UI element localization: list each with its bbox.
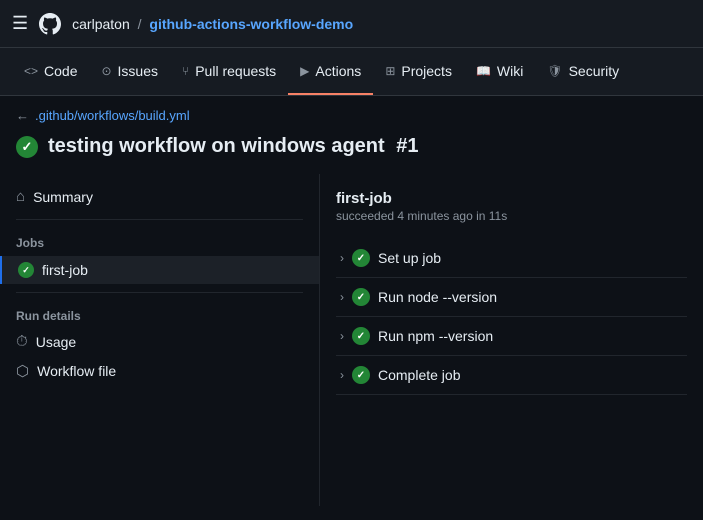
jobs-group-label: Jobs	[0, 228, 319, 254]
step-check-node	[352, 288, 370, 306]
sidebar-item-workflow-file[interactable]: ⬡ Workflow file	[0, 356, 319, 386]
workflow-status-icon	[16, 136, 38, 158]
tab-pull-requests[interactable]: ⑂ Pull requests	[170, 48, 288, 95]
sidebar: ⌂ Summary Jobs first-job Run details ⏱ U…	[0, 174, 320, 506]
job-header: first-job succeeded 4 minutes ago in 11s	[336, 190, 687, 223]
issues-icon: ⊙	[101, 64, 111, 78]
tab-security-label: Security	[569, 63, 620, 79]
workflow-file-icon: ⬡	[16, 362, 29, 380]
tab-code-label: Code	[44, 63, 77, 79]
username[interactable]: carlpaton	[72, 16, 130, 32]
workflow-title-bar: testing workflow on windows agent #1	[0, 131, 703, 174]
code-icon: <>	[24, 64, 38, 78]
step-row-npm[interactable]: › Run npm --version	[336, 317, 687, 356]
reponame[interactable]: github-actions-workflow-demo	[149, 16, 353, 32]
actions-icon: ▶	[300, 64, 309, 78]
chevron-icon-node: ›	[340, 290, 344, 304]
step-row-complete[interactable]: › Complete job	[336, 356, 687, 395]
tab-code[interactable]: <> Code	[12, 48, 89, 95]
projects-icon: ⊞	[385, 64, 395, 78]
tab-actions-label: Actions	[315, 63, 361, 79]
nav-tabs: <> Code ⊙ Issues ⑂ Pull requests ▶ Actio…	[0, 48, 703, 96]
right-panel: first-job succeeded 4 minutes ago in 11s…	[320, 174, 703, 506]
step-check-complete	[352, 366, 370, 384]
step-check-npm	[352, 327, 370, 345]
tab-security[interactable]: 🛡 Security	[535, 48, 631, 95]
breadcrumb: ← .github/workflows/build.yml	[0, 96, 703, 131]
tab-issues-label: Issues	[118, 63, 158, 79]
usage-icon: ⏱	[16, 333, 28, 350]
sidebar-divider-1	[16, 219, 303, 220]
tab-wiki-label: Wiki	[497, 63, 523, 79]
repo-path: carlpaton / github-actions-workflow-demo	[72, 16, 353, 32]
step-label-npm: Run npm --version	[378, 328, 493, 344]
summary-icon: ⌂	[16, 188, 25, 205]
chevron-icon-npm: ›	[340, 329, 344, 343]
tab-projects-label: Projects	[401, 63, 452, 79]
step-label-complete: Complete job	[378, 367, 461, 383]
hamburger-icon[interactable]: ☰	[12, 13, 28, 34]
step-row-setup[interactable]: › Set up job	[336, 239, 687, 278]
sidebar-job-first-job[interactable]: first-job	[0, 256, 319, 284]
step-label-node: Run node --version	[378, 289, 497, 305]
tab-issues[interactable]: ⊙ Issues	[89, 48, 170, 95]
pull-requests-icon: ⑂	[182, 64, 189, 78]
step-row-node[interactable]: › Run node --version	[336, 278, 687, 317]
security-icon: 🛡	[547, 64, 562, 78]
breadcrumb-arrow: ←	[16, 108, 29, 123]
step-check-setup	[352, 249, 370, 267]
sidebar-summary-label: Summary	[33, 189, 93, 205]
step-label-setup: Set up job	[378, 250, 441, 266]
wiki-icon: 📖	[476, 64, 491, 78]
github-logo[interactable]	[36, 10, 64, 38]
tab-actions[interactable]: ▶ Actions	[288, 48, 373, 95]
topbar: ☰ carlpaton / github-actions-workflow-de…	[0, 0, 703, 48]
sidebar-item-summary[interactable]: ⌂ Summary	[0, 182, 319, 211]
workflow-file-label: Workflow file	[37, 363, 116, 379]
usage-label: Usage	[36, 334, 76, 350]
run-details-label: Run details	[0, 301, 319, 327]
job-panel-name: first-job	[336, 190, 687, 207]
tab-projects[interactable]: ⊞ Projects	[373, 48, 464, 95]
tab-pull-requests-label: Pull requests	[195, 63, 276, 79]
tab-wiki[interactable]: 📖 Wiki	[464, 48, 535, 95]
workflow-title: testing workflow on windows agent #1	[48, 135, 418, 158]
steps-list: › Set up job › Run node --version › Run …	[336, 239, 687, 395]
chevron-icon-setup: ›	[340, 251, 344, 265]
chevron-icon-complete: ›	[340, 368, 344, 382]
job-panel-meta: succeeded 4 minutes ago in 11s	[336, 209, 687, 223]
job-status-icon	[18, 262, 34, 278]
sidebar-item-usage[interactable]: ⏱ Usage	[0, 327, 319, 356]
breadcrumb-link[interactable]: .github/workflows/build.yml	[35, 108, 190, 123]
job-name-label: first-job	[42, 262, 88, 278]
sidebar-divider-2	[16, 292, 303, 293]
main-layout: ⌂ Summary Jobs first-job Run details ⏱ U…	[0, 174, 703, 506]
